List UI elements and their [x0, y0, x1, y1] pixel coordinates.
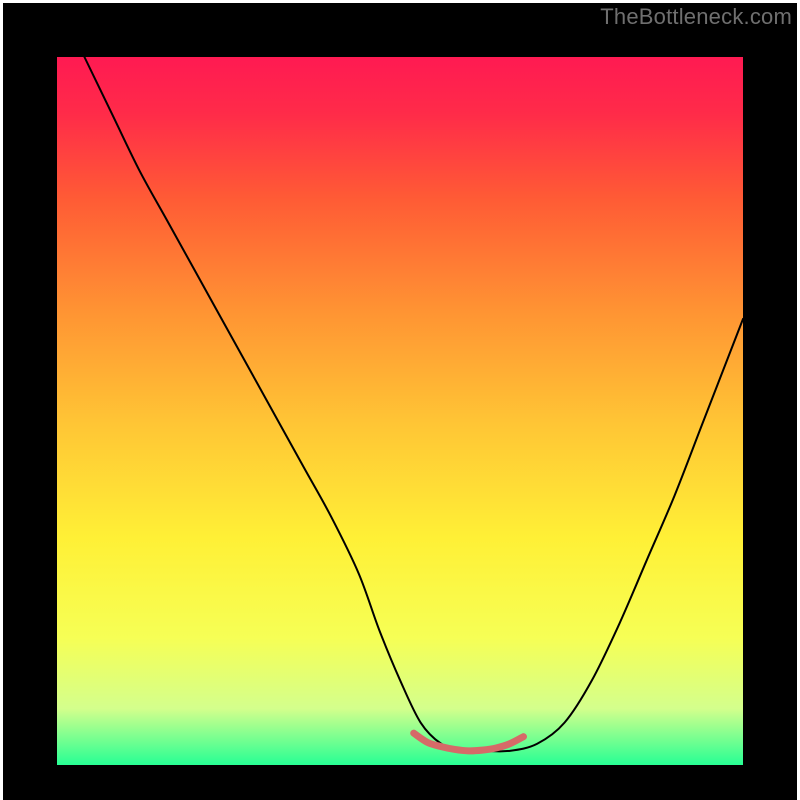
chart-container: TheBottleneck.com	[0, 0, 800, 800]
plot-background	[57, 57, 743, 765]
watermark-text: TheBottleneck.com	[600, 4, 792, 30]
bottleneck-chart	[0, 0, 800, 800]
